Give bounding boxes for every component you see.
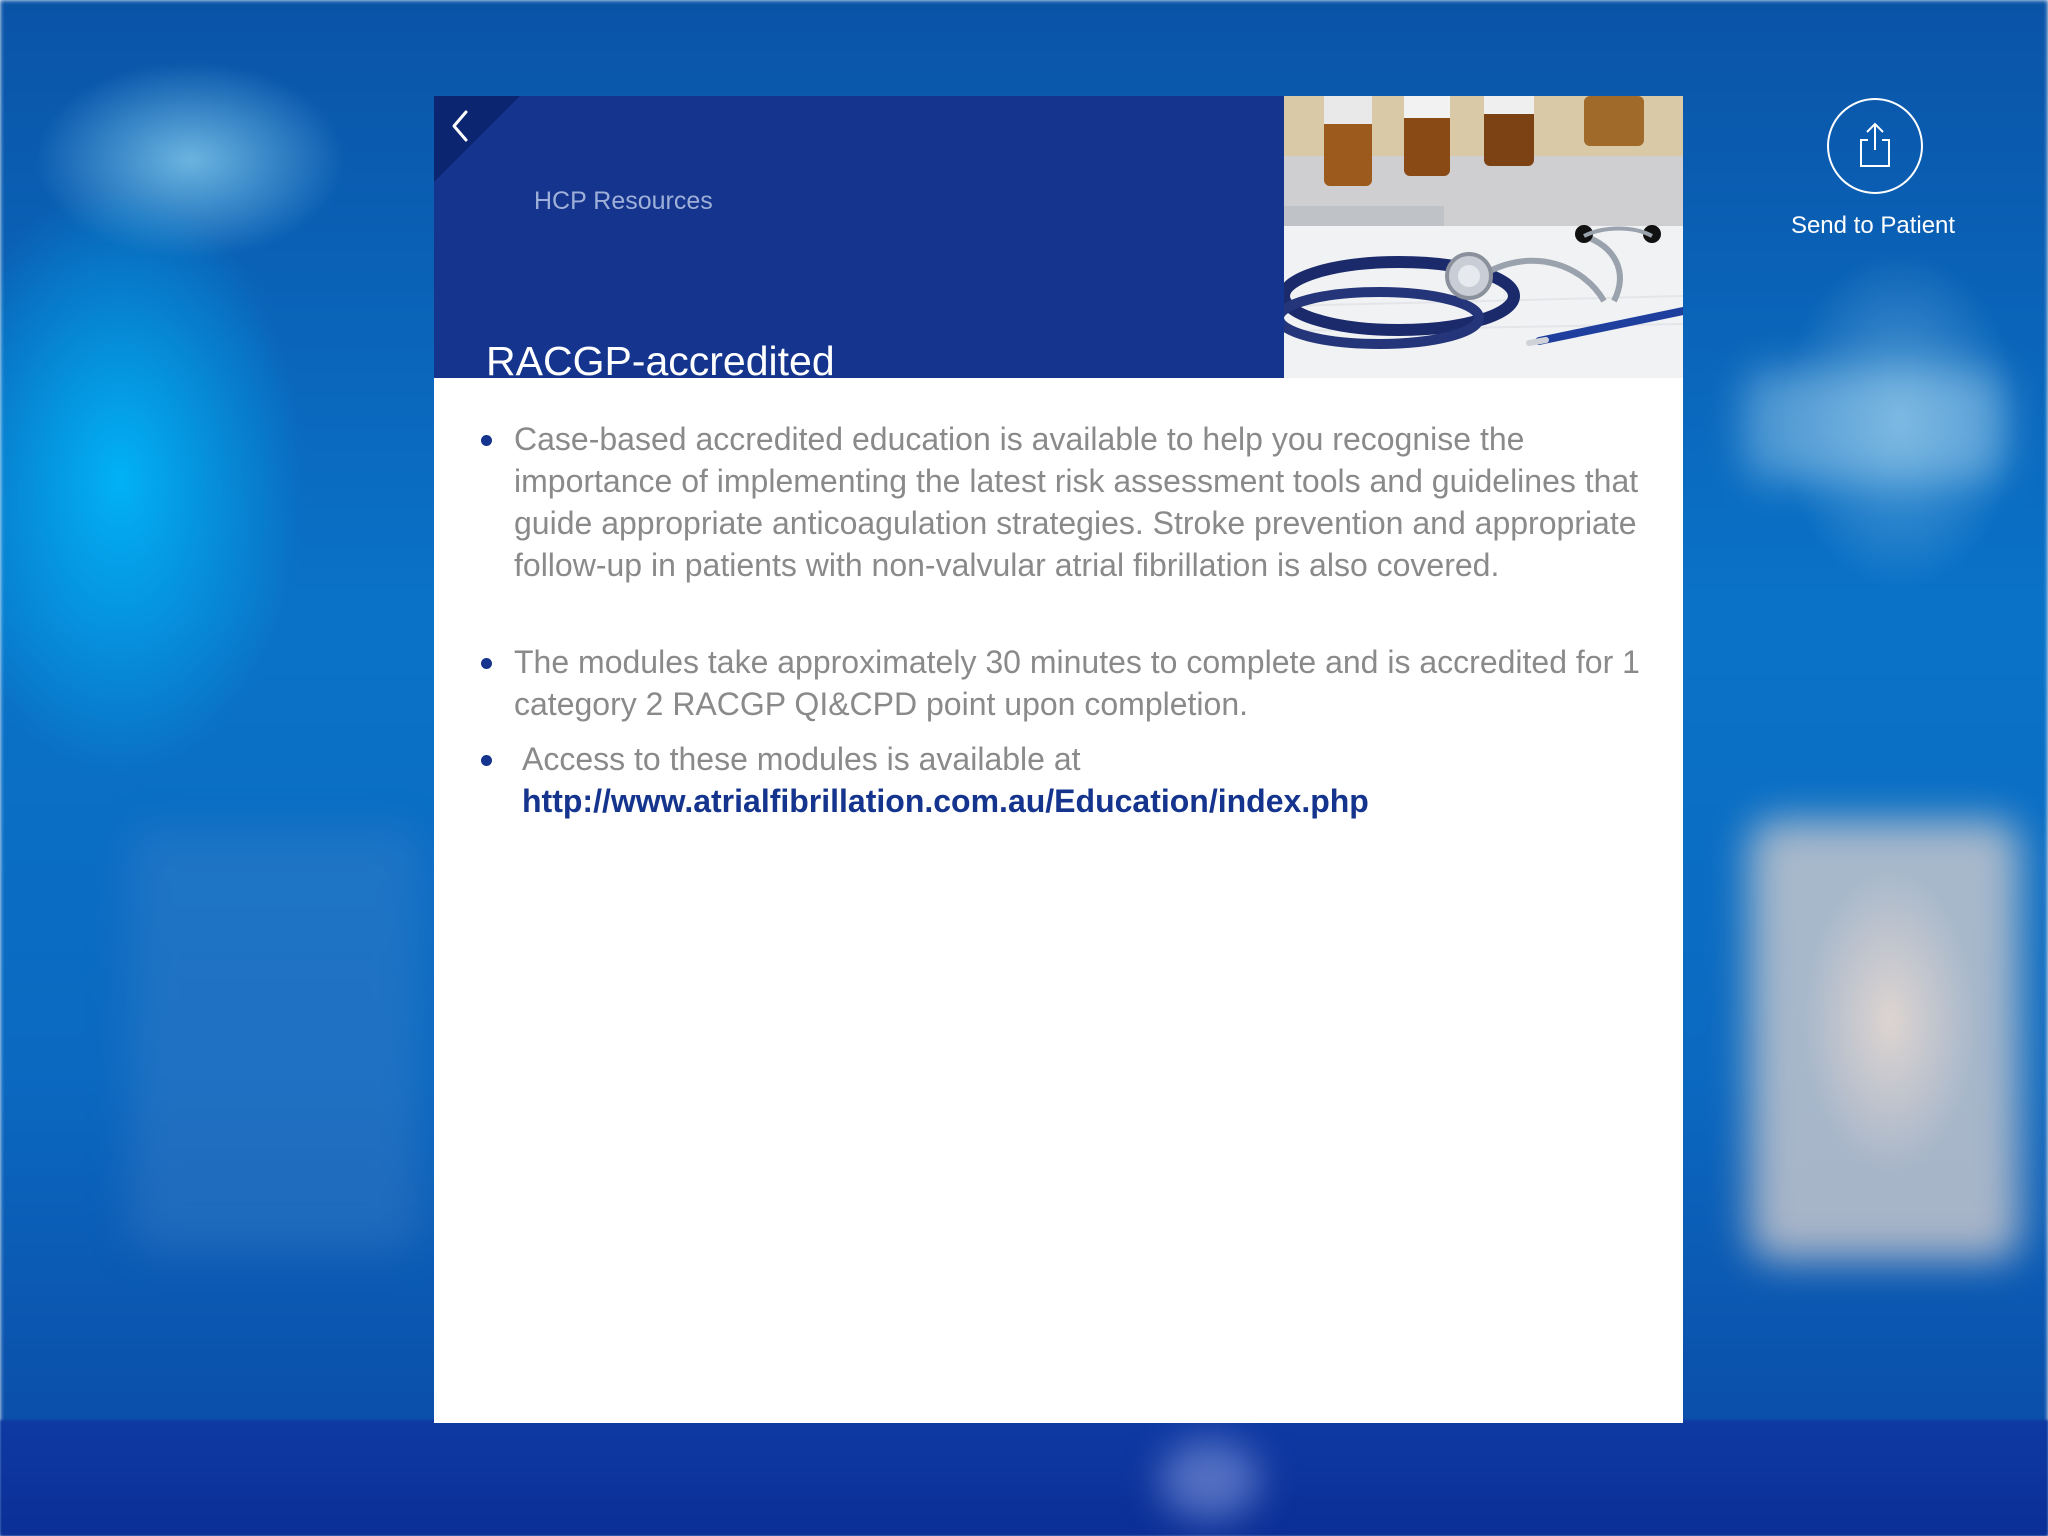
send-to-patient-label: Send to Patient: [1790, 212, 1956, 239]
share-icon: [1860, 122, 1890, 167]
blurred-home-icon: [1160, 1440, 1260, 1520]
page-title-line-1: RACGP-accredited: [486, 338, 835, 384]
blurred-tile-right: [1745, 370, 2005, 480]
bullet-icon: [481, 658, 492, 669]
blurred-bottom-bar: [0, 1420, 2048, 1536]
resource-panel: HCP Resources RACGP-accredited education…: [434, 96, 1683, 1423]
breadcrumb[interactable]: HCP Resources: [534, 187, 713, 216]
bullet-icon: [481, 755, 492, 766]
share-button-circle[interactable]: [1827, 98, 1923, 194]
panel-header: HCP Resources RACGP-accredited education…: [434, 96, 1284, 438]
blurred-tile-left: [130, 830, 420, 1250]
bullet-text: Case-based accredited education is avail…: [514, 421, 1639, 583]
bullet-icon: [481, 435, 492, 446]
chevron-left-icon: [452, 110, 468, 142]
access-text: Access to these modules is available at: [522, 741, 1081, 777]
bullet-text: The modules take approximately 30 minute…: [514, 644, 1640, 722]
stethoscope-photo: [1284, 96, 1683, 378]
stethoscope-and-pen-illustration: [1284, 96, 1683, 378]
blurred-person-photo: [1750, 820, 2020, 1260]
send-to-patient-button[interactable]: Send to Patient: [1768, 96, 1978, 246]
back-button[interactable]: [434, 96, 494, 156]
education-link[interactable]: http://www.atrialfibrillation.com.au/Edu…: [522, 780, 1662, 822]
bullet-text: Access to these modules is available at …: [522, 738, 1662, 822]
